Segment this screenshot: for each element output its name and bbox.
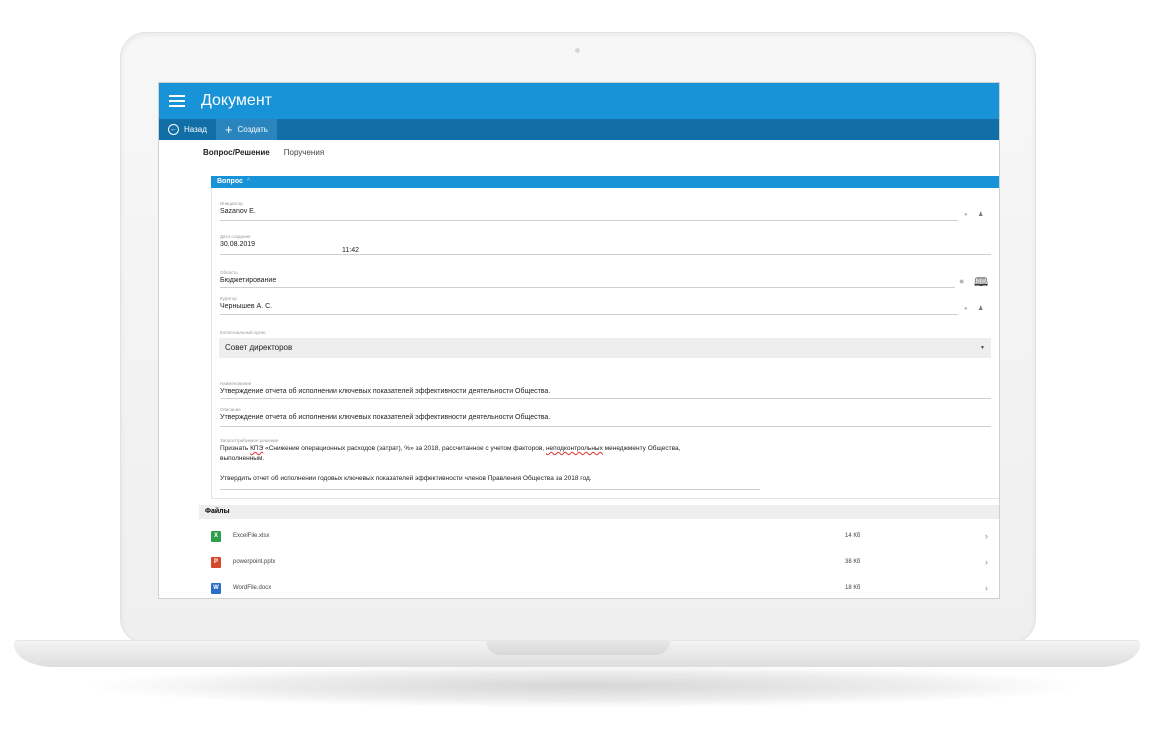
decision-line-1: Признать КПЭ «Снижение операционных расх… xyxy=(220,445,681,452)
name-label: Наименование xyxy=(220,381,252,386)
toolbar: ← Назад + Создать xyxy=(159,119,999,140)
created-date: 30.08.2019 xyxy=(220,241,256,248)
powerpoint-file-icon: P xyxy=(211,556,221,568)
decision-line-3: Утвердить отчет об исполнении годовых кл… xyxy=(220,475,592,482)
chevron-right-icon[interactable]: › xyxy=(985,531,999,541)
back-button[interactable]: ← Назад xyxy=(159,119,216,140)
initiator-value: Sazanov E. xyxy=(220,208,256,215)
created-label: Дата создания xyxy=(220,234,251,239)
kpe-word: КПЭ xyxy=(250,445,264,452)
book-icon[interactable]: 🕮 xyxy=(974,273,988,294)
body-value: Совет директоров xyxy=(225,343,293,352)
menu-icon[interactable] xyxy=(169,95,185,107)
file-size: 14 Кб xyxy=(845,533,861,539)
area-underline xyxy=(220,287,955,288)
files-header: Файлы xyxy=(199,505,999,519)
body-select[interactable]: Совет директоров ▼ xyxy=(219,338,991,358)
laptop-shadow xyxy=(80,664,1090,708)
tab-assignments[interactable]: Поручения xyxy=(284,148,324,164)
chevron-right-icon[interactable]: › xyxy=(985,583,999,593)
plus-icon: + xyxy=(224,121,233,137)
clear-icon[interactable]: ● xyxy=(959,276,964,286)
clear-icon[interactable]: ● xyxy=(964,212,968,218)
file-row[interactable]: X ExcelFile.xlsx 14 Кб › xyxy=(199,524,999,548)
decision-underline xyxy=(220,489,760,490)
screen: Документ ← Назад + Создать Вопрос/Решени… xyxy=(158,82,1000,599)
laptop-notch xyxy=(486,641,670,655)
word-file-icon: W xyxy=(211,582,221,594)
name-value: Утверждение отчета об исполнении ключевы… xyxy=(220,388,551,395)
created-field[interactable]: Дата создания 30.08.2019 xyxy=(220,234,255,248)
curator-underline xyxy=(220,314,958,315)
curator-value: Чернышев А. С. xyxy=(220,303,273,310)
area-value: Бюджетирование xyxy=(220,277,277,284)
clear-icon[interactable]: ● xyxy=(964,306,968,312)
tab-bar: Вопрос/Решение Поручения xyxy=(159,140,999,164)
created-time: 11:42 xyxy=(342,247,359,254)
description-value: Утверждение отчета об исполнении ключевы… xyxy=(220,414,551,421)
excel-file-icon: X xyxy=(211,530,221,542)
user-icon[interactable]: ♟ xyxy=(978,211,983,218)
tab-question-decision[interactable]: Вопрос/Решение xyxy=(203,148,270,164)
curator-label: Куратор xyxy=(220,296,237,301)
chevron-right-icon[interactable]: › xyxy=(985,557,999,567)
app-bar: Документ xyxy=(159,83,999,119)
body-label: Коллегиальный орган xyxy=(220,330,266,335)
area-label: Область xyxy=(220,270,238,275)
file-name: ExcelFile.xlsx xyxy=(233,533,270,539)
collapse-caret-icon: ^ xyxy=(246,178,251,185)
initiator-label: Инициатор xyxy=(220,201,243,206)
description-field[interactable]: Описание Утверждение отчета об исполнени… xyxy=(220,407,550,421)
created-underline xyxy=(220,254,991,255)
file-size: 38 Кб xyxy=(845,559,861,565)
file-row[interactable]: P powerpoint.pptx 38 Кб › xyxy=(199,550,999,574)
user-icon[interactable]: ♟ xyxy=(978,305,983,312)
description-label: Описание xyxy=(220,407,241,412)
description-underline xyxy=(220,426,991,427)
dropdown-arrow-icon: ▼ xyxy=(980,345,985,351)
app-title: Документ xyxy=(201,92,272,109)
camera xyxy=(575,48,580,53)
file-name: powerpoint.pptx xyxy=(233,559,276,565)
decision-field[interactable]: Запрос/требуемое решение Признать КПЭ «С… xyxy=(220,437,760,484)
initiator-field[interactable]: Инициатор Sazanov E. xyxy=(220,201,256,215)
create-label: Создать xyxy=(237,125,268,134)
name-underline xyxy=(220,398,991,399)
file-name: WordFile.docx xyxy=(233,585,272,591)
question-section-header[interactable]: Вопрос ^ xyxy=(211,176,999,188)
back-label: Назад xyxy=(184,125,207,134)
create-button[interactable]: + Создать xyxy=(215,119,277,140)
file-row[interactable]: W WordFile.docx 18 Кб › xyxy=(199,576,999,598)
spellcheck-word: неподконтрольных xyxy=(545,445,603,452)
section-title: Вопрос xyxy=(217,178,243,185)
name-field[interactable]: Наименование Утверждение отчета об испол… xyxy=(220,381,550,395)
curator-field[interactable]: Куратор Чернышев А. С. xyxy=(220,296,272,310)
file-size: 18 Кб xyxy=(845,585,861,591)
area-field[interactable]: Область Бюджетирование xyxy=(220,270,276,284)
decision-line-2: выполненным. xyxy=(220,455,265,462)
decision-label: Запрос/требуемое решение xyxy=(220,438,279,443)
back-arrow-icon: ← xyxy=(168,124,179,135)
initiator-underline xyxy=(220,220,958,221)
